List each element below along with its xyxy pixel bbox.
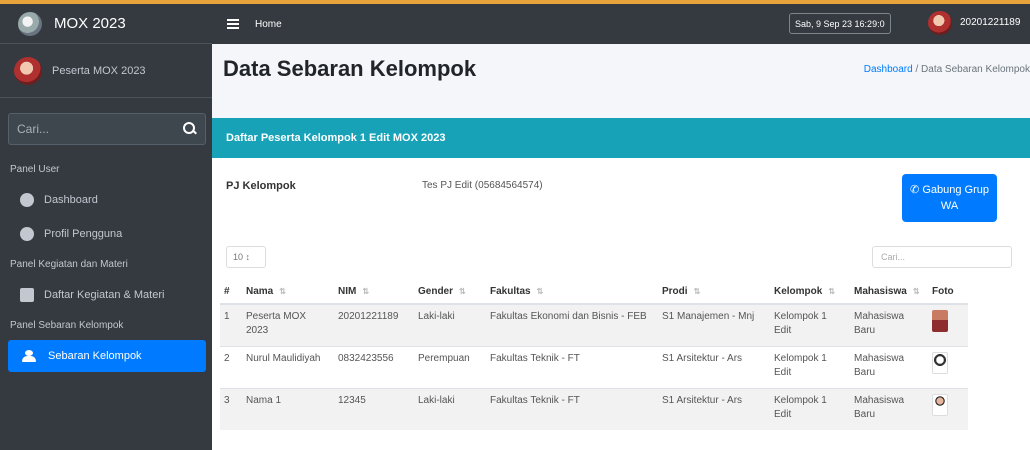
dashboard-icon bbox=[20, 193, 34, 207]
cell-foto bbox=[928, 303, 968, 346]
sort-icon: ⇅ bbox=[912, 287, 920, 296]
cell-fakultas: Fakultas Teknik - FT bbox=[486, 345, 658, 388]
cell-nim: 12345 bbox=[334, 387, 414, 430]
cell-nim: 0832423556 bbox=[334, 345, 414, 388]
whatsapp-icon: ✆ bbox=[910, 184, 920, 196]
users-icon bbox=[20, 350, 38, 362]
table-search-input[interactable]: Cari... bbox=[872, 246, 1012, 268]
sidebar-item-profil-pengguna[interactable]: Profil Pengguna bbox=[8, 218, 206, 250]
table-row: 2 Nurul Maulidiyah 0832423556 Perempuan … bbox=[220, 345, 968, 388]
cell-prodi: S1 Arsitektur - Ars bbox=[658, 387, 770, 430]
navbar-user-id[interactable]: 20201221189 bbox=[960, 17, 1020, 28]
chalkboard-icon bbox=[20, 288, 34, 302]
cell-no: 3 bbox=[220, 387, 242, 430]
wa-button-label: Gabung Grup WA bbox=[922, 184, 989, 212]
entries-length-value: 10 bbox=[233, 252, 244, 262]
datetime-badge: Sab, 9 Sep 23 16:29:0 bbox=[789, 13, 891, 34]
nav-home-link[interactable]: Home bbox=[255, 19, 282, 30]
user-photo[interactable] bbox=[932, 310, 948, 332]
cell-kelompok: Kelompok 1 Edit bbox=[770, 345, 850, 388]
cell-fakultas: Fakultas Ekonomi dan Bisnis - FEB bbox=[486, 303, 658, 346]
sidebar-item-label: Dashboard bbox=[44, 194, 98, 206]
sort-icon: ⇅ bbox=[536, 287, 544, 296]
cell-mahasiswa: Mahasiswa Baru bbox=[850, 303, 928, 346]
column-header-nama[interactable]: Nama ⇅ bbox=[242, 280, 334, 305]
brand[interactable]: MOX 2023 bbox=[0, 4, 212, 44]
cell-nama: Nurul Maulidiyah bbox=[242, 345, 334, 388]
table-row: 1 Peserta MOX 2023 20201221189 Laki-laki… bbox=[220, 303, 968, 346]
sidebar-item-label: Profil Pengguna bbox=[44, 228, 123, 240]
kelompok-card: Daftar Peserta Kelompok 1 Edit MOX 2023 … bbox=[212, 118, 1030, 450]
sidebar: MOX 2023 Peserta MOX 2023 Cari... Panel … bbox=[0, 4, 212, 450]
cell-foto bbox=[928, 387, 968, 430]
nav-header-panel-sebaran: Panel Sebaran Kelompok bbox=[10, 320, 124, 331]
breadcrumb-current: Data Sebaran Kelompok bbox=[921, 64, 1030, 75]
column-header-prodi[interactable]: Prodi ⇅ bbox=[658, 280, 770, 305]
join-wa-group-button[interactable]: ✆ Gabung Grup WA bbox=[902, 174, 997, 222]
table-header-row: # Nama ⇅ NIM ⇅ Gender ⇅ Fakultas ⇅ Prodi ⇅ Ke… bbox=[220, 280, 968, 305]
pj-kelompok-label: PJ Kelompok bbox=[226, 180, 296, 192]
cell-no: 1 bbox=[220, 303, 242, 346]
sidebar-item-dashboard[interactable]: Dashboard bbox=[8, 184, 206, 216]
sidebar-item-label: Daftar Kegiatan & Materi bbox=[44, 289, 165, 301]
cell-kelompok: Kelompok 1 Edit bbox=[770, 387, 850, 430]
sort-arrows-icon: ↕ bbox=[245, 252, 251, 262]
cell-no: 2 bbox=[220, 345, 242, 388]
column-header-no[interactable]: # bbox=[220, 280, 242, 305]
pj-kelompok-value: Tes PJ Edit (05684564574) bbox=[422, 180, 543, 191]
card-header: Daftar Peserta Kelompok 1 Edit MOX 2023 bbox=[212, 118, 1030, 158]
sidebar-item-daftar-kegiatan[interactable]: Daftar Kegiatan & Materi bbox=[8, 279, 206, 311]
sidebar-item-sebaran-kelompok[interactable]: Sebaran Kelompok bbox=[8, 340, 206, 372]
cell-gender: Laki-laki bbox=[414, 387, 486, 430]
column-header-nim[interactable]: NIM ⇅ bbox=[334, 280, 414, 305]
column-header-fakultas[interactable]: Fakultas ⇅ bbox=[486, 280, 658, 305]
sort-icon: ⇅ bbox=[279, 287, 286, 296]
column-header-mahasiswa[interactable]: Mahasiswa ⇅ bbox=[850, 280, 928, 305]
column-header-kelompok[interactable]: Kelompok ⇅ bbox=[770, 280, 850, 305]
sort-icon: ⇅ bbox=[693, 287, 701, 296]
nav-header-panel-kegiatan: Panel Kegiatan dan Materi bbox=[10, 259, 128, 270]
sort-icon: ⇅ bbox=[459, 287, 466, 296]
user-panel-name: Peserta MOX 2023 bbox=[52, 64, 146, 77]
cell-prodi: S1 Manajemen - Mnj bbox=[658, 303, 770, 346]
cell-gender: Perempuan bbox=[414, 345, 486, 388]
cell-nama: Peserta MOX 2023 bbox=[242, 303, 334, 346]
user-photo[interactable] bbox=[932, 351, 948, 374]
kelompok-table: # Nama ⇅ NIM ⇅ Gender ⇅ Fakultas ⇅ Prodi ⇅ Ke… bbox=[220, 280, 968, 430]
column-header-gender[interactable]: Gender ⇅ bbox=[414, 280, 486, 305]
sort-icon: ⇅ bbox=[828, 287, 836, 296]
cell-prodi: S1 Arsitektur - Ars bbox=[658, 345, 770, 388]
sidebar-search-input[interactable]: Cari... bbox=[8, 113, 206, 145]
search-icon[interactable] bbox=[183, 122, 197, 136]
column-header-foto[interactable]: Foto bbox=[928, 280, 968, 305]
sidebar-item-label: Sebaran Kelompok bbox=[48, 350, 142, 362]
cell-nim: 20201221189 bbox=[334, 303, 414, 346]
user-panel[interactable]: Peserta MOX 2023 bbox=[0, 44, 212, 98]
sidebar-search-placeholder: Cari... bbox=[17, 122, 50, 136]
table-row: 3 Nama 1 12345 Laki-laki Fakultas Teknik… bbox=[220, 387, 968, 430]
cell-fakultas: Fakultas Teknik - FT bbox=[486, 387, 658, 430]
breadcrumb: Dashboard / Data Sebaran Kelompok bbox=[864, 64, 1030, 75]
cell-mahasiswa: Mahasiswa Baru bbox=[850, 387, 928, 430]
avatar bbox=[14, 56, 42, 85]
entries-length-select[interactable]: 10 ↕ bbox=[226, 246, 266, 268]
brand-logo-icon bbox=[18, 11, 42, 36]
user-photo[interactable] bbox=[932, 393, 948, 416]
cell-nama: Nama 1 bbox=[242, 387, 334, 430]
hamburger-menu-icon[interactable] bbox=[227, 19, 239, 29]
navbar-avatar[interactable] bbox=[928, 11, 952, 35]
breadcrumb-dashboard-link[interactable]: Dashboard bbox=[864, 64, 913, 75]
top-navbar: Home Sab, 9 Sep 23 16:29:0 20201221189 bbox=[212, 4, 1030, 44]
cell-foto bbox=[928, 345, 968, 388]
cell-gender: Laki-laki bbox=[414, 303, 486, 346]
nav-header-panel-user: Panel User bbox=[10, 164, 60, 175]
cell-kelompok: Kelompok 1 Edit bbox=[770, 303, 850, 346]
cell-mahasiswa: Mahasiswa Baru bbox=[850, 345, 928, 388]
sort-icon: ⇅ bbox=[362, 287, 370, 296]
brand-title: MOX 2023 bbox=[54, 15, 126, 32]
user-circle-icon bbox=[20, 227, 34, 241]
page-title: Data Sebaran Kelompok bbox=[223, 56, 477, 81]
